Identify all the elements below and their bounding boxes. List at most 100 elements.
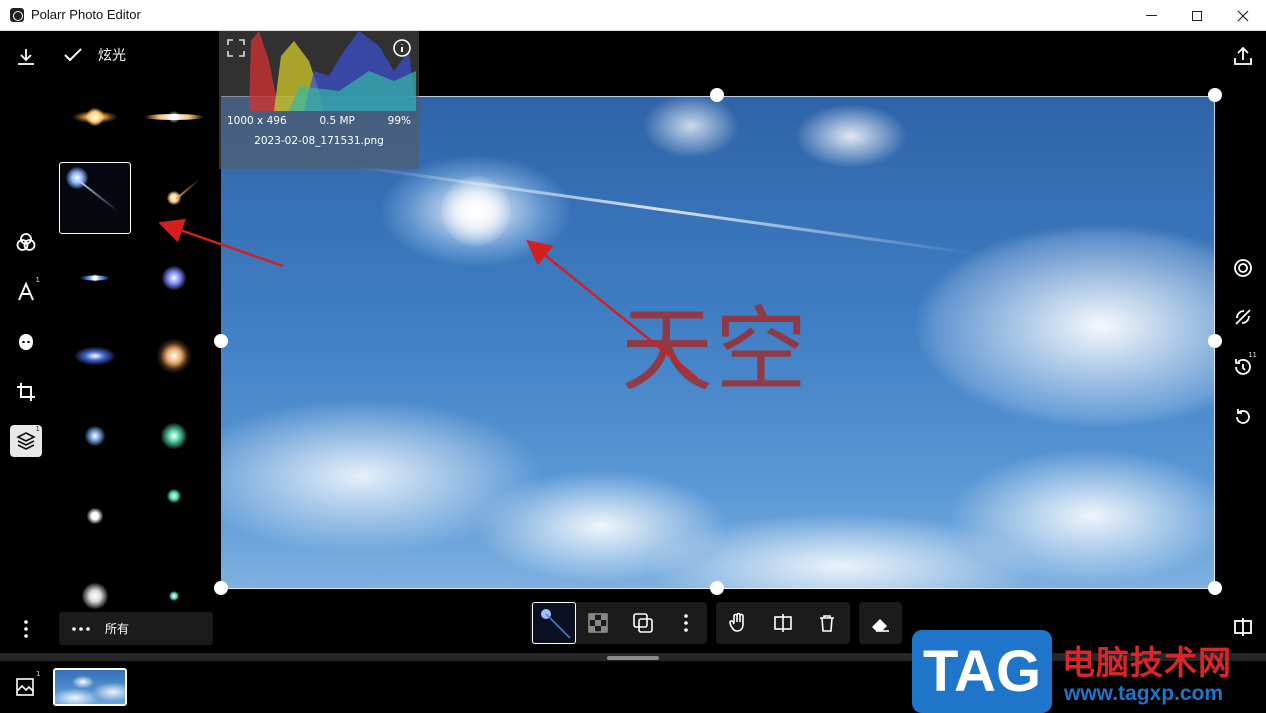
eraser-button[interactable]	[865, 608, 895, 638]
image-library-icon	[16, 678, 34, 696]
resize-handle-top-right[interactable]	[1208, 88, 1222, 102]
flare-preset[interactable]	[138, 81, 210, 153]
flare-preset-selected[interactable]	[59, 162, 131, 234]
resize-handle-left[interactable]	[214, 334, 228, 348]
face-icon	[19, 334, 33, 350]
flare-preset[interactable]	[59, 400, 131, 472]
title-bar: Polarr Photo Editor	[0, 0, 1266, 31]
info-icon[interactable]	[392, 38, 412, 58]
pan-button[interactable]	[723, 608, 753, 638]
layers-tool-button[interactable]: 1	[10, 425, 42, 457]
close-icon	[1237, 10, 1249, 21]
filter-label: 所有	[105, 622, 130, 636]
image-library-button[interactable]: 1	[14, 670, 40, 700]
layers-icon	[16, 432, 36, 450]
flare-category-filter[interactable]: 所有	[59, 612, 213, 645]
image-dimensions: 1000 x 496	[227, 115, 287, 127]
opacity-button[interactable]	[583, 608, 613, 638]
spiral-button[interactable]	[1227, 252, 1259, 284]
flare-thumb-icon	[541, 609, 571, 639]
crop-tool-button[interactable]	[10, 376, 42, 408]
watermark-tag-logo: TAG	[912, 630, 1052, 713]
download-button[interactable]	[10, 41, 42, 73]
right-toolbar: 11	[1221, 31, 1266, 653]
flare-preset[interactable]	[59, 480, 131, 552]
image-thumbnail[interactable]	[53, 668, 127, 706]
share-icon	[1234, 46, 1252, 65]
app-logo-icon	[10, 8, 24, 22]
hand-icon	[729, 612, 744, 632]
eraser-icon	[872, 619, 889, 632]
resize-handle-bottom-right[interactable]	[1208, 581, 1222, 595]
blend-button[interactable]	[628, 608, 658, 638]
spiral-icon	[1234, 259, 1252, 277]
flare-preset[interactable]	[59, 320, 131, 392]
layer-count: 1	[35, 425, 40, 433]
filmstrip-drag-handle[interactable]	[607, 656, 659, 660]
minimize-button[interactable]	[1128, 0, 1174, 31]
reset-icon	[1236, 409, 1250, 424]
panel-title: 炫光	[98, 48, 126, 64]
delete-icon	[820, 615, 834, 632]
history-count: 11	[1248, 351, 1257, 359]
share-button[interactable]	[1227, 40, 1259, 72]
resize-handle-bottom-left[interactable]	[214, 581, 228, 595]
flare-thumb-button[interactable]	[532, 602, 576, 644]
mask-toggle-button[interactable]	[1227, 301, 1259, 333]
resize-handle-bottom[interactable]	[710, 581, 724, 595]
eraser-tool-group	[859, 602, 902, 644]
maximize-icon	[1192, 10, 1202, 21]
image-megapixels: 0.5 MP	[319, 115, 355, 127]
flare-preset[interactable]	[138, 320, 210, 392]
left-toolbar: 1 1	[0, 31, 52, 653]
expand-icon[interactable]	[225, 37, 247, 59]
watermark-url: www.tagxp.com	[1064, 682, 1224, 705]
layer-more-button[interactable]	[671, 608, 701, 638]
window-title: Polarr Photo Editor	[31, 7, 141, 22]
image-meta: 1000 x 496 0.5 MP 99%	[219, 115, 419, 127]
flare-preset[interactable]	[138, 460, 210, 532]
opacity-icon	[588, 613, 608, 633]
text-tool-button[interactable]: 1	[10, 276, 42, 308]
image-filename: 2023-02-08_171531.png	[254, 135, 384, 147]
text-layer-count: 1	[35, 276, 40, 284]
confirm-check-icon[interactable]	[62, 44, 84, 66]
delete-button[interactable]	[812, 608, 842, 638]
zoom-level: 99%	[387, 115, 411, 127]
blend-icon	[633, 613, 653, 633]
face-tool-button[interactable]	[10, 326, 42, 358]
transform-tools-group	[716, 602, 850, 644]
watermark-title: 电脑技术网	[1062, 643, 1232, 682]
site-watermark: TAG 电脑技术网 www.tagxp.com	[912, 630, 1266, 713]
download-icon	[18, 49, 34, 65]
more-vertical-icon[interactable]	[14, 619, 38, 639]
layer-tools-group	[530, 602, 707, 644]
more-icon	[684, 614, 688, 632]
minimize-icon	[1145, 15, 1157, 16]
flip-button[interactable]	[768, 608, 798, 638]
mask-toggle-icon	[1235, 309, 1251, 325]
histogram-chart	[249, 31, 416, 111]
filters-button[interactable]	[10, 226, 42, 258]
image-count: 1	[36, 670, 41, 678]
panel-header: 炫光	[62, 41, 126, 69]
resize-handle-right[interactable]	[1208, 334, 1222, 348]
close-button[interactable]	[1220, 0, 1266, 31]
photo-layer[interactable]: 天空	[221, 96, 1215, 589]
more-horizontal-icon	[72, 626, 90, 631]
flare-preset[interactable]	[138, 162, 210, 234]
flare-preset[interactable]	[59, 81, 131, 153]
history-icon	[1235, 359, 1251, 375]
maximize-button[interactable]	[1174, 0, 1220, 31]
sky-overlay-text[interactable]: 天空	[621, 276, 809, 409]
histogram-panel: 1000 x 496 0.5 MP 99% 2023-02-08_171531.…	[219, 31, 419, 169]
flare-preset[interactable]	[138, 242, 210, 314]
filters-icon	[16, 233, 36, 251]
reset-button[interactable]	[1227, 401, 1259, 433]
text-icon	[18, 281, 34, 301]
crop-icon	[17, 383, 35, 401]
flare-preset[interactable]	[59, 242, 131, 314]
resize-handle-top[interactable]	[710, 88, 724, 102]
history-button[interactable]: 11	[1227, 351, 1259, 383]
flip-icon	[774, 614, 792, 632]
